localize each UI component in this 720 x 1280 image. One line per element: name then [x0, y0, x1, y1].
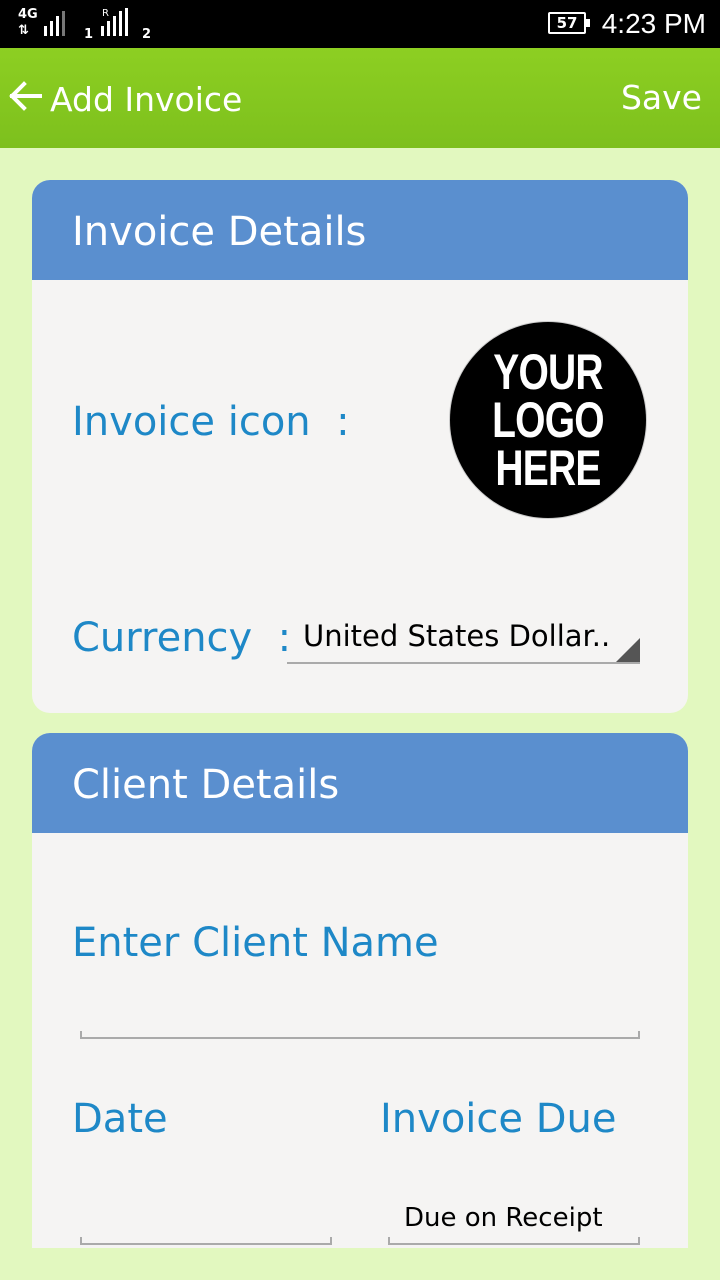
date-label: Date: [72, 1096, 168, 1142]
network-type: 4G: [18, 7, 38, 22]
invoice-details-title: Invoice Details: [72, 209, 367, 255]
date-input[interactable]: [80, 1195, 332, 1245]
client-name-label: Enter Client Name: [72, 920, 439, 966]
currency-select[interactable]: United States Dollar..: [287, 612, 640, 664]
invoice-due-label: Invoice Due: [380, 1096, 617, 1142]
status-bar: 4G ⇅ 1 R 2 57 4:23 PM: [0, 0, 720, 48]
client-details-title: Client Details: [72, 762, 340, 808]
sim1-label: 1: [84, 27, 94, 42]
currency-value: United States Dollar..: [303, 619, 611, 653]
signal-strength-icon: [101, 8, 128, 36]
invoice-due-value: Due on Receipt: [404, 1203, 603, 1233]
logo-placeholder-image: YOUR LOGO HERE: [492, 344, 604, 496]
clock: 4:23 PM: [601, 8, 706, 39]
signal-strength-icon: [44, 8, 65, 36]
data-arrows-icon: ⇅: [18, 23, 29, 38]
invoice-due-select[interactable]: Due on Receipt: [388, 1201, 640, 1245]
invoice-logo-button[interactable]: YOUR LOGO HERE: [450, 322, 646, 518]
invoice-icon-label: Invoice icon :: [72, 399, 350, 445]
page-background: [0, 1248, 720, 1280]
dropdown-arrow-icon: [616, 638, 640, 662]
invoice-details-header: Invoice Details: [32, 180, 688, 280]
battery-icon: 57: [548, 12, 590, 34]
client-details-header: Client Details: [32, 733, 688, 833]
sim2-label: 2: [142, 27, 152, 42]
app-bar: Add Invoice Save: [0, 48, 720, 148]
invoice-details-card: Invoice Details Invoice icon : YOUR LOGO H…: [32, 180, 688, 713]
save-button[interactable]: Save: [621, 76, 702, 120]
client-name-input[interactable]: [80, 989, 640, 1039]
page-title: Add Invoice: [50, 80, 243, 119]
client-details-card: Client Details Enter Client Name Date In…: [32, 733, 688, 1248]
currency-label: Currency :: [72, 615, 292, 661]
arrow-left-icon[interactable]: [8, 78, 44, 114]
